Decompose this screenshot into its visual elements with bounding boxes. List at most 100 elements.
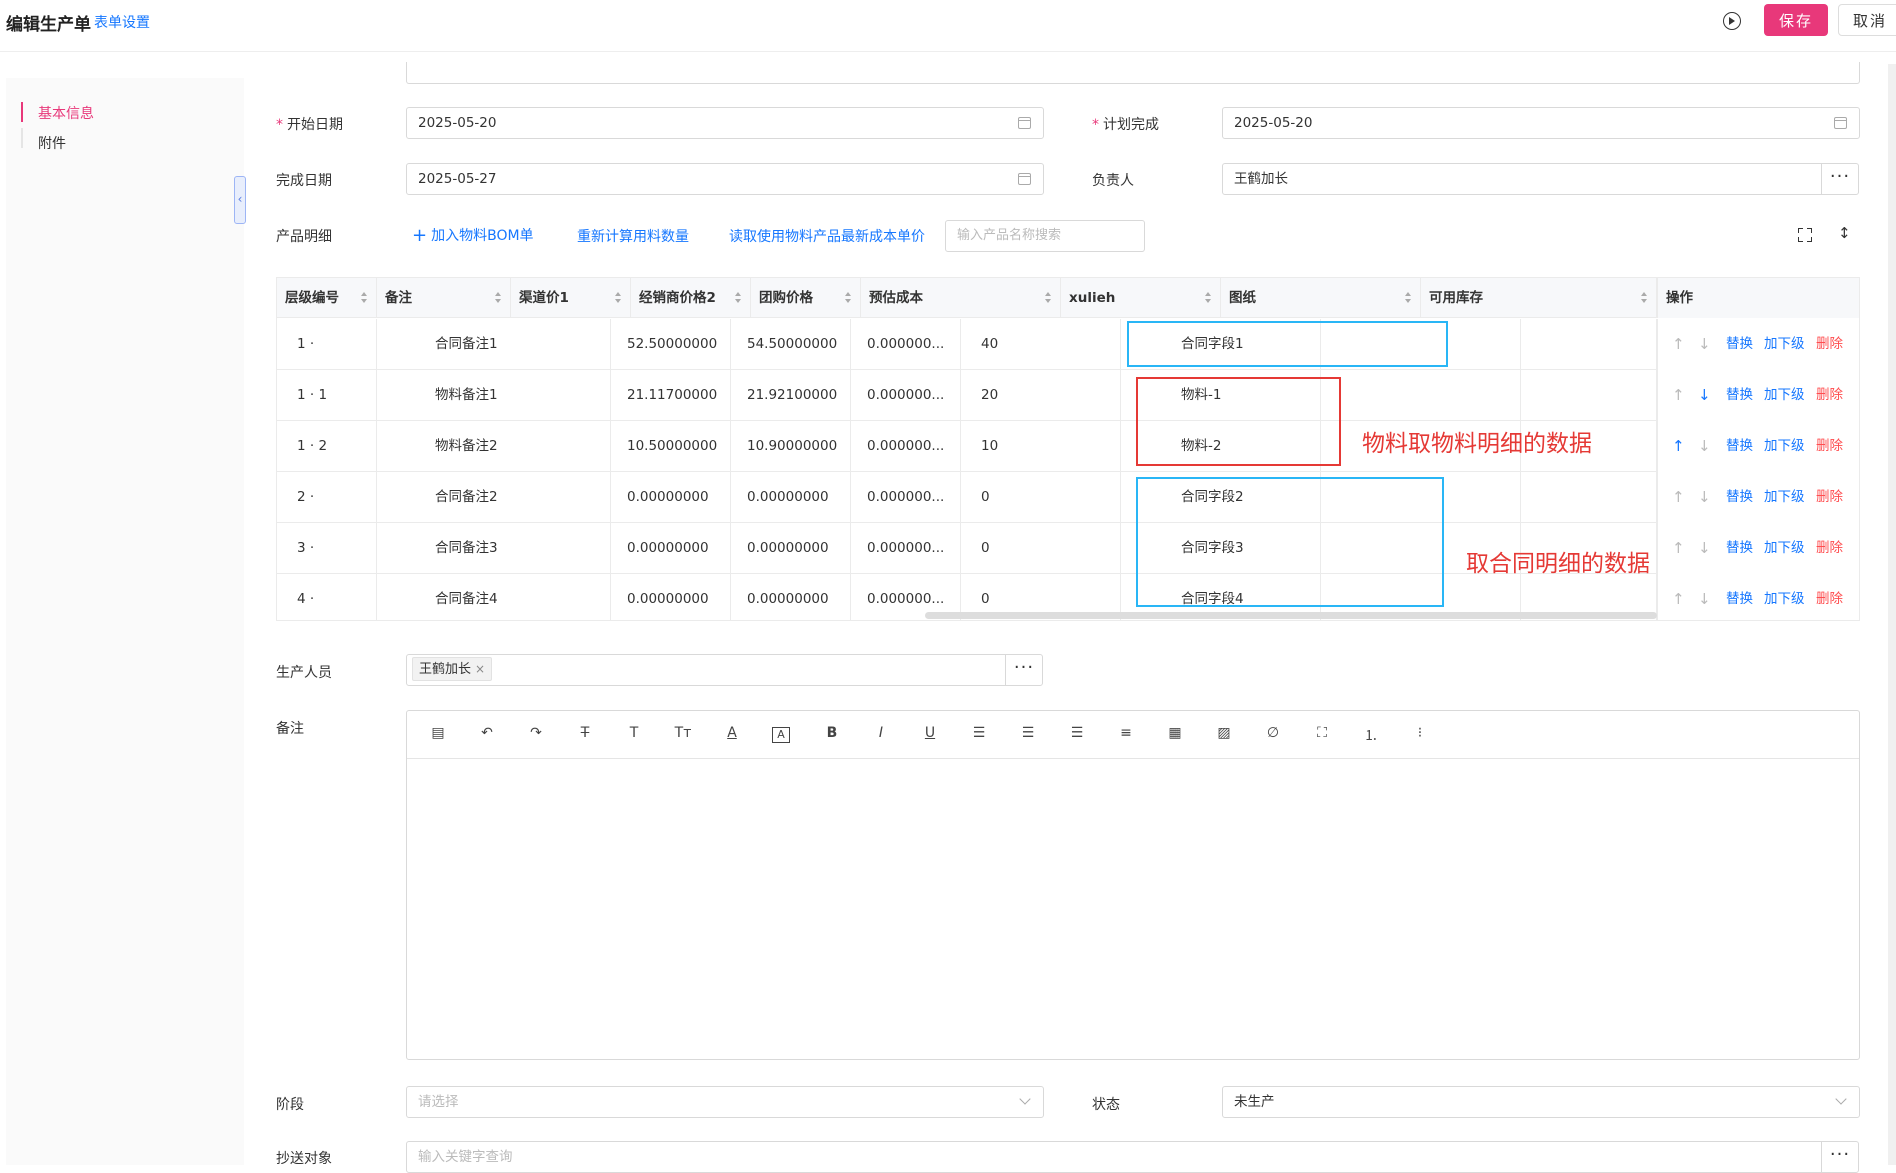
delete-button[interactable]: 删除 [1816,319,1843,369]
align-right-icon[interactable]: ☰ [1068,725,1086,741]
add-child-button[interactable]: 加下级 [1764,472,1805,522]
status-select[interactable]: 未生产 [1222,1086,1860,1118]
producer-input[interactable] [406,654,1006,686]
cancel-button[interactable]: 取消 [1838,4,1896,36]
sort-icon[interactable] [1205,292,1212,304]
bold-icon[interactable]: B [823,725,841,741]
underline-icon[interactable]: U [921,725,939,741]
font-size-icon[interactable]: Tт [674,725,692,741]
read-cost-button[interactable]: 读取使用物料产品最新成本单价 [729,226,925,246]
attachment-icon[interactable]: ∅ [1264,725,1282,741]
add-bom-button[interactable]: + 加入物料BOM单 [412,224,534,246]
cc-picker-button[interactable]: ··· [1821,1141,1859,1173]
sort-icon[interactable] [1641,292,1648,304]
italic-icon[interactable]: I [872,725,890,741]
col-drawing[interactable]: 图纸 [1221,278,1421,318]
plan-done-input[interactable]: 2025-05-20 [1222,107,1860,139]
unordered-list-icon[interactable]: ⁝ [1411,725,1429,741]
add-child-button[interactable]: 加下级 [1764,523,1805,573]
move-up-icon[interactable]: ↑ [1672,319,1685,369]
move-up-icon[interactable]: ↑ [1672,472,1685,522]
source-icon[interactable]: ▤ [429,725,447,741]
save-button[interactable]: 保存 [1764,4,1828,36]
owner-input[interactable]: 王鹤加长 [1222,163,1822,195]
move-up-icon[interactable]: ↑ [1672,421,1685,471]
form-settings-link[interactable]: 表单设置 [94,12,150,32]
move-up-icon[interactable]: ↑ [1672,523,1685,573]
finish-date-input[interactable]: 2025-05-27 [406,163,1044,195]
add-child-button[interactable]: 加下级 [1764,421,1805,471]
stage-select[interactable]: 请选择 [406,1086,1044,1118]
move-down-icon[interactable]: ↓ [1698,574,1711,620]
col-group-price[interactable]: 团购价格 [751,278,861,318]
page-title: 编辑生产单 [6,15,91,35]
producer-picker-button[interactable]: ··· [1005,654,1043,686]
nav-item-basic-info[interactable]: 基本信息 [38,103,94,123]
recalc-button[interactable]: 重新计算用料数量 [577,226,689,246]
page-scrollbar[interactable] [1888,64,1896,1165]
collapse-sidebar-handle[interactable]: ‹ [234,176,246,224]
format-icon[interactable]: T [625,725,643,741]
strikethrough-icon[interactable]: T [576,725,594,741]
rich-text-editor[interactable]: ▤ ↶ ↷ T T Tт A A B I U ☰ ☰ ☰ ≡ ▦ ▨ ∅ ⛶ ⒈… [406,710,1860,1060]
font-color-icon[interactable]: A [723,725,741,741]
replace-button[interactable]: 替换 [1726,472,1753,522]
nav-item-attachments[interactable]: 附件 [38,133,66,153]
col-remark[interactable]: 备注 [377,278,511,318]
undo-icon[interactable]: ↶ [478,725,496,741]
fullscreen-icon[interactable] [1798,228,1812,242]
close-icon[interactable]: × [475,662,485,676]
price2-cell: 0.00000000 [731,574,851,620]
replace-button[interactable]: 替换 [1726,421,1753,471]
col-stock[interactable]: 可用库存 [1421,278,1657,318]
start-date-input[interactable]: 2025-05-20 [406,107,1044,139]
delete-button[interactable]: 删除 [1816,472,1843,522]
move-down-icon[interactable]: ↓ [1698,472,1711,522]
play-icon[interactable] [1723,12,1741,30]
delete-button[interactable]: 删除 [1816,421,1843,471]
owner-picker-button[interactable]: ··· [1821,163,1859,195]
cc-input[interactable]: 输入关键字查询 [406,1141,1822,1173]
sort-icon[interactable] [615,292,622,304]
add-child-button[interactable]: 加下级 [1764,370,1805,420]
move-down-icon[interactable]: ↓ [1698,319,1711,369]
replace-button[interactable]: 替换 [1726,370,1753,420]
sort-icon[interactable] [735,292,742,304]
redo-icon[interactable]: ↷ [527,725,545,741]
align-left-icon[interactable]: ☰ [970,725,988,741]
delete-button[interactable]: 删除 [1816,370,1843,420]
highlight-icon[interactable]: A [772,727,790,743]
col-level[interactable]: 层级编号 [277,278,377,318]
justify-icon[interactable]: ≡ [1117,725,1135,741]
delete-button[interactable]: 删除 [1816,574,1843,620]
row-height-icon[interactable]: ↕ [1838,224,1851,242]
sort-icon[interactable] [1045,292,1052,304]
move-down-icon[interactable]: ↓ [1698,523,1711,573]
replace-button[interactable]: 替换 [1726,523,1753,573]
sort-icon[interactable] [1405,292,1412,304]
col-price2[interactable]: 经销商价格2 [631,278,751,318]
sort-icon[interactable] [495,292,502,304]
ordered-list-icon[interactable]: ⒈ [1362,725,1380,745]
owner-label: 负责人 [1092,173,1134,189]
move-down-icon[interactable]: ↓ [1698,421,1711,471]
col-price1[interactable]: 渠道价1 [511,278,631,318]
fullscreen-icon[interactable]: ⛶ [1313,725,1331,741]
replace-button[interactable]: 替换 [1726,574,1753,620]
delete-button[interactable]: 删除 [1816,523,1843,573]
table-icon[interactable]: ▦ [1166,725,1184,741]
image-icon[interactable]: ▨ [1215,725,1233,741]
replace-button[interactable]: 替换 [1726,319,1753,369]
move-down-icon[interactable]: ↓ [1698,370,1711,420]
align-center-icon[interactable]: ☰ [1019,725,1037,741]
sort-icon[interactable] [361,292,368,304]
col-xulieh[interactable]: xulieh [1061,278,1221,318]
add-child-button[interactable]: 加下级 [1764,319,1805,369]
col-est-cost[interactable]: 预估成本 [861,278,1061,318]
product-search-input[interactable]: 输入产品名称搜索 [945,220,1145,252]
sort-icon[interactable] [845,292,852,304]
move-up-icon[interactable]: ↑ [1672,574,1685,620]
add-child-button[interactable]: 加下级 [1764,574,1805,620]
move-up-icon[interactable]: ↑ [1672,370,1685,420]
table-horizontal-scrollbar[interactable] [925,612,1657,619]
